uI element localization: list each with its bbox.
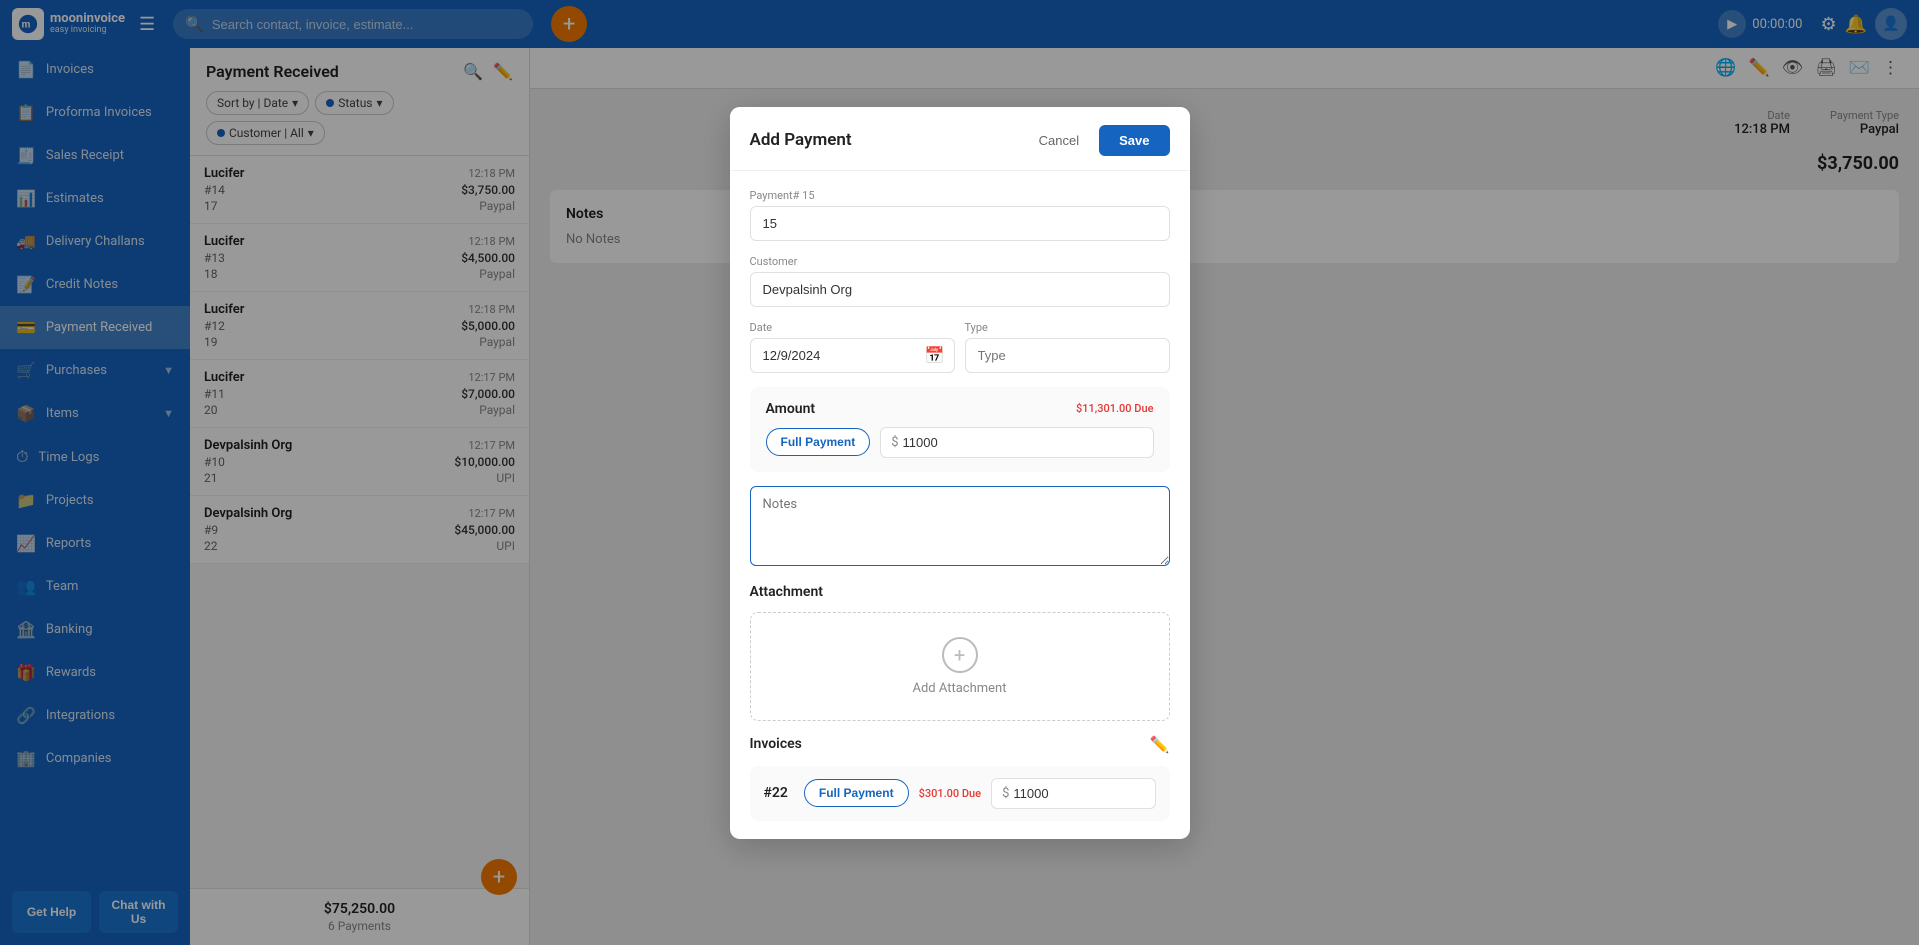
invoice-item: #22 Full Payment $301.00 Due $ <box>750 766 1170 821</box>
dollar-symbol: $ <box>891 435 898 450</box>
invoice-amount-input-wrap: $ <box>991 778 1155 809</box>
modal-save-button[interactable]: Save <box>1099 125 1169 156</box>
amount-input[interactable] <box>903 435 1143 450</box>
amount-label: Amount <box>766 401 816 417</box>
invoice-full-payment-button[interactable]: Full Payment <box>804 779 909 807</box>
invoices-header: Invoices ✏️ <box>750 735 1170 754</box>
payment-number-input[interactable] <box>750 206 1170 241</box>
type-label: Type <box>965 321 1170 334</box>
invoices-section: Invoices ✏️ #22 Full Payment $301.00 Due… <box>750 735 1170 821</box>
customer-group: Customer <box>750 255 1170 307</box>
amount-section: Amount $11,301.00 Due Full Payment $ <box>750 387 1170 472</box>
calendar-icon[interactable]: 📅 <box>925 346 945 365</box>
amount-input-wrap: $ <box>880 427 1153 458</box>
modal-title: Add Payment <box>750 130 852 150</box>
type-input[interactable] <box>965 338 1170 373</box>
amount-row: Full Payment $ <box>766 427 1154 458</box>
modal-header: Add Payment Cancel Save <box>730 107 1190 171</box>
invoice-due-badge: $301.00 Due <box>919 787 982 800</box>
due-amount-badge: $11,301.00 Due <box>1076 402 1153 415</box>
attachment-title: Attachment <box>750 584 1170 600</box>
invoice-amount-input[interactable] <box>1013 786 1144 801</box>
notes-textarea[interactable] <box>750 486 1170 566</box>
date-label: Date <box>750 321 955 334</box>
payment-number-label: Payment# 15 <box>750 189 1170 202</box>
modal-cancel-button[interactable]: Cancel <box>1029 127 1089 154</box>
attachment-label: Add Attachment <box>912 681 1006 696</box>
date-group: Date 📅 <box>750 321 955 373</box>
attachment-add-icon: + <box>942 637 978 673</box>
attachment-upload-area[interactable]: + Add Attachment <box>750 612 1170 721</box>
full-payment-button[interactable]: Full Payment <box>766 428 871 456</box>
modal-body: Payment# 15 Customer Date 📅 Type <box>730 171 1190 839</box>
invoices-title: Invoices <box>750 736 802 752</box>
type-group: Type <box>965 321 1170 373</box>
date-input-wrap: 📅 <box>750 338 955 373</box>
customer-input[interactable] <box>750 272 1170 307</box>
attachment-section: Attachment + Add Attachment <box>750 584 1170 721</box>
payment-number-group: Payment# 15 <box>750 189 1170 241</box>
invoice-id: #22 <box>764 785 788 801</box>
invoice-dollar-symbol: $ <box>1002 786 1009 801</box>
date-type-row: Date 📅 Type <box>750 321 1170 387</box>
notes-group <box>750 486 1170 570</box>
add-payment-modal: Add Payment Cancel Save Payment# 15 Cust… <box>730 107 1190 839</box>
customer-label: Customer <box>750 255 1170 268</box>
modal-overlay[interactable]: Add Payment Cancel Save Payment# 15 Cust… <box>0 0 1919 945</box>
invoices-edit-icon[interactable]: ✏️ <box>1150 735 1170 754</box>
